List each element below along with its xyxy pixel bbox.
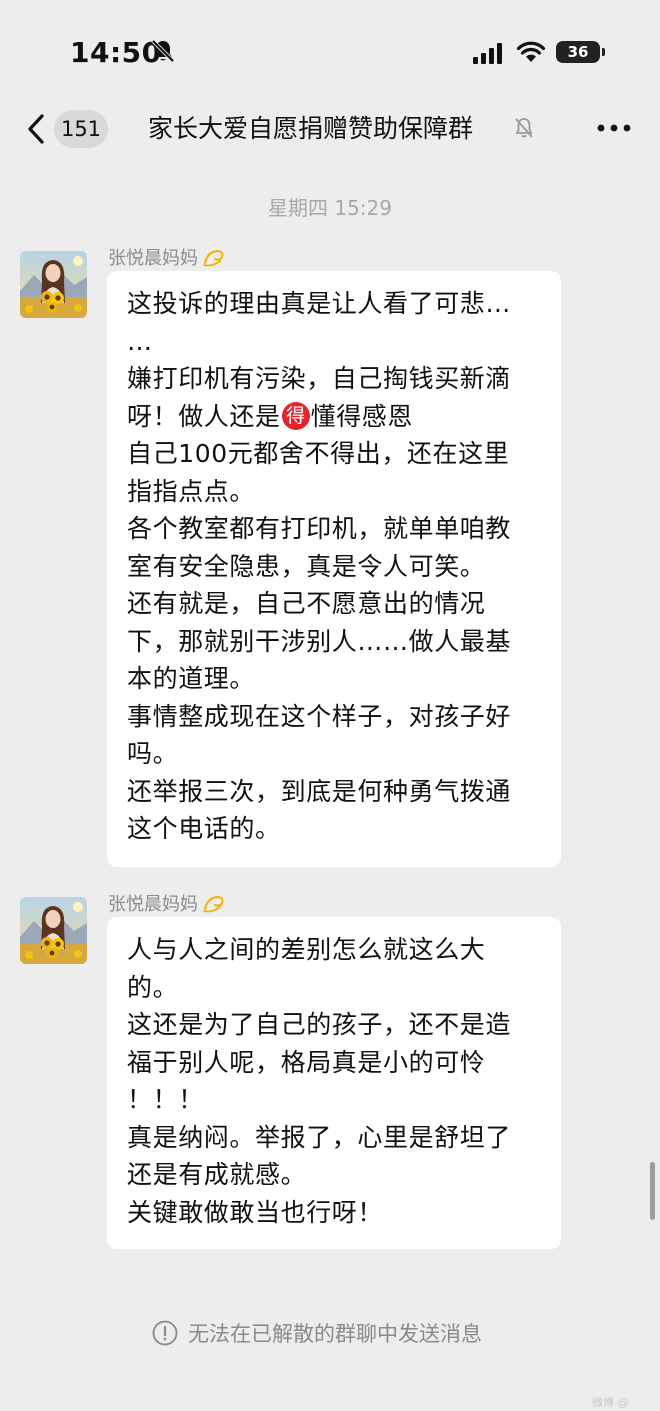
message-line: ！！！ xyxy=(127,1085,204,1114)
message-bubble[interactable]: 这投诉的理由真是让人看了可悲…… 嫌打印机有污染，自己掏钱买新滴 呀！做人还是得懂得… xyxy=(107,271,561,867)
bell-slash-icon xyxy=(151,39,175,63)
dizzy-emoji-icon xyxy=(203,249,224,267)
message-line: 关键敢做敢当也行呀！ xyxy=(127,1197,384,1227)
status-bar: 14:50 36 xyxy=(0,0,660,100)
message-text: 人与人之间的差别怎么就这么大 的。这还是为了自己的孩子，还不是造 福于别人呢，格局真… xyxy=(127,931,543,1231)
chat-title: 家长大爱自愿捐赠赞助保障群 xyxy=(148,114,474,143)
status-time: 14:50 xyxy=(70,36,162,69)
message-bubble[interactable]: 人与人之间的差别怎么就这么大 的。这还是为了自己的孩子，还不是造 福于别人呢，格局真… xyxy=(107,917,561,1249)
cellular-signal-icon xyxy=(473,43,502,64)
scrollbar-thumb[interactable] xyxy=(650,1162,655,1220)
ellipsis-icon[interactable] xyxy=(596,118,632,138)
message-line: 还有就是，自己不愿意出的情况 xyxy=(127,589,486,618)
message-line: 这投诉的理由真是让人看了可悲… xyxy=(127,289,512,318)
message-line: 人与人之间的差别怎么就这么大 xyxy=(127,935,486,964)
message-line: 室有安全隐患，真是令人可笑。 xyxy=(127,551,486,581)
sender-name: 张悦晨妈妈 xyxy=(108,890,226,916)
message-line: 下，那就别干涉别人……做人最基 xyxy=(127,626,512,656)
sunflower-girl-avatar-image xyxy=(20,251,87,318)
wifi-icon xyxy=(516,41,546,62)
exclamation-circle-icon xyxy=(152,1320,178,1346)
message-line: 事情整成现在这个样子，对孩子好 xyxy=(127,701,512,731)
message-line: 本的道理。 xyxy=(127,664,256,693)
unread-count: 151 xyxy=(60,117,102,141)
chevron-left-icon[interactable] xyxy=(24,112,50,146)
message-line: 还是有成就感。 xyxy=(127,1160,307,1189)
disbanded-group-notice: 无法在已解散的群聊中发送消息 xyxy=(152,1318,482,1350)
message-line: 这个电话的。 xyxy=(127,814,281,843)
notice-text: 无法在已解散的群聊中发送消息 xyxy=(188,1322,482,1346)
sender-name-text: 张悦晨妈妈 xyxy=(108,248,198,269)
message-line: … xyxy=(127,326,153,356)
message-line: 的。 xyxy=(127,972,179,1002)
watermark: 微博 @ xyxy=(592,1396,629,1409)
battery-icon: 36 xyxy=(556,41,605,63)
message-text-segment: 懂得感恩 xyxy=(310,401,414,431)
battery-level: 36 xyxy=(567,43,589,61)
message-text-segment: 呀！做人还是 xyxy=(127,401,281,431)
de-sticker-icon: 得 xyxy=(281,401,310,430)
dizzy-emoji-icon xyxy=(203,895,224,913)
unread-count-badge[interactable]: 151 xyxy=(54,110,108,148)
message-line: 指指点点。 xyxy=(127,476,256,506)
avatar[interactable] xyxy=(20,251,87,318)
message-text: 这投诉的理由真是让人看了可悲…… 嫌打印机有污染，自己掏钱买新滴 呀！做人还是得懂得… xyxy=(127,285,543,848)
message-line: 真是纳闷。举报了，心里是舒坦了 xyxy=(127,1122,512,1152)
message-line: 吗。 xyxy=(127,739,179,768)
message-line: 福于别人呢，格局真是小的可怜 xyxy=(127,1047,486,1077)
sender-name: 张悦晨妈妈 xyxy=(108,244,226,270)
message-timestamp: 星期四 15:29 xyxy=(268,196,392,220)
message-line: 自己100元都舍不得出，还在这里 xyxy=(127,439,510,468)
message-line: 这还是为了自己的孩子，还不是造 xyxy=(127,1010,512,1039)
sunflower-girl-avatar-image xyxy=(20,897,87,964)
message-line: 还举报三次，到底是何种勇气拨通 xyxy=(127,776,512,806)
message-line: 各个教室都有打印机，就单单咱教 xyxy=(127,514,512,543)
sender-name-text: 张悦晨妈妈 xyxy=(108,894,198,915)
bell-slash-icon xyxy=(515,118,533,138)
message-line: 呀！做人还是得懂得感恩 xyxy=(127,398,543,436)
message-line: 嫌打印机有污染，自己掏钱买新滴 xyxy=(127,364,512,393)
avatar[interactable] xyxy=(20,897,87,964)
